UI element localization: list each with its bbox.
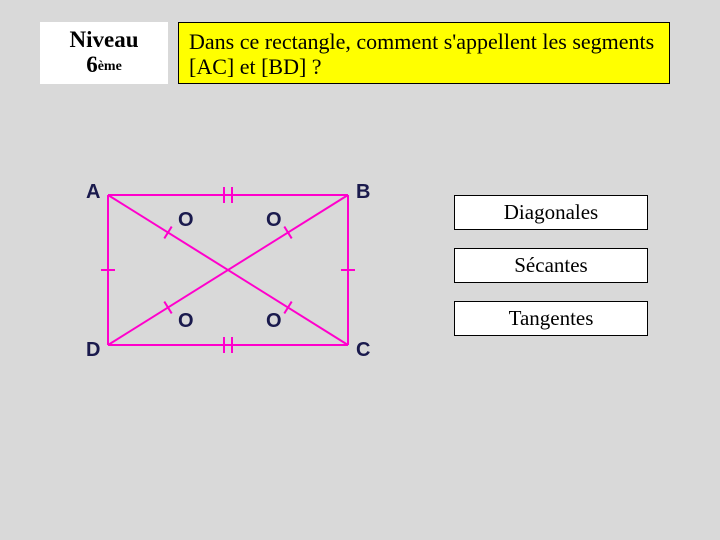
center-label-o: O [178, 310, 194, 333]
center-label-o: O [266, 310, 282, 333]
answer-secantes[interactable]: Sécantes [454, 248, 648, 283]
answer-diagonales[interactable]: Diagonales [454, 195, 648, 230]
level-grade-suffix: ème [98, 59, 122, 74]
level-title: Niveau [40, 28, 168, 52]
question-box: Dans ce rectangle, comment s'appellent l… [178, 22, 670, 84]
level-box: Niveau 6ème [40, 22, 168, 84]
answer-tangentes[interactable]: Tangentes [454, 301, 648, 336]
center-label-o: O [178, 209, 194, 232]
rectangle-figure: A B C D O O O O [78, 175, 398, 385]
vertex-label-b: B [356, 181, 370, 204]
vertex-label-a: A [86, 181, 100, 204]
level-grade: 6ème [40, 52, 168, 78]
rectangle-svg [78, 175, 398, 385]
question-text: Dans ce rectangle, comment s'appellent l… [189, 29, 654, 79]
vertex-label-d: D [86, 339, 100, 362]
center-label-o: O [266, 209, 282, 232]
level-grade-number: 6 [86, 52, 98, 77]
vertex-label-c: C [356, 339, 370, 362]
answers-panel: Diagonales Sécantes Tangentes [454, 195, 648, 354]
